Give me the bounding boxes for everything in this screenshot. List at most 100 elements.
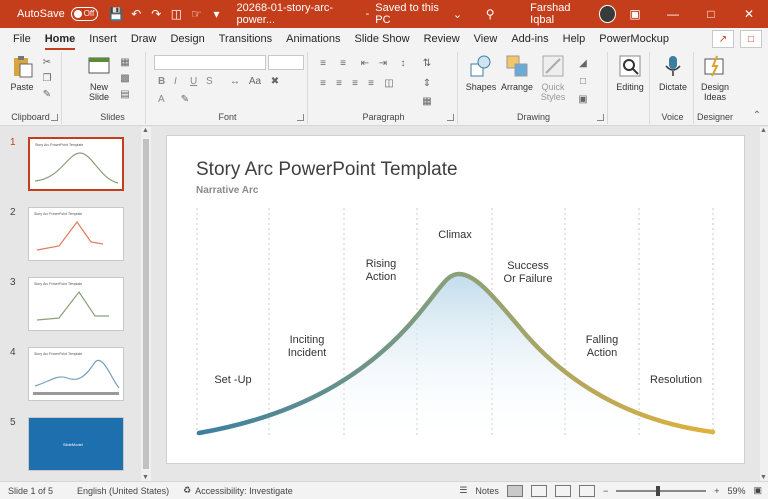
collapse-ribbon-icon[interactable]: ⌃: [750, 110, 764, 122]
bullets-icon[interactable]: ≡: [316, 58, 330, 70]
ribbon-display-icon[interactable]: ▣: [616, 0, 654, 28]
scroll-up-icon[interactable]: ▲: [142, 127, 149, 134]
fit-to-window-icon[interactable]: ▣: [753, 485, 762, 496]
slide-scrollbar[interactable]: ▲ ▼: [760, 127, 768, 481]
tab-design[interactable]: Design: [163, 28, 211, 50]
text-direction-icon[interactable]: ⇅: [420, 58, 434, 70]
present-icon[interactable]: ◫: [166, 3, 186, 25]
redo-icon[interactable]: ↷: [146, 3, 166, 25]
format-painter-icon[interactable]: ✎: [40, 89, 54, 101]
tab-add-ins[interactable]: Add-ins: [504, 28, 555, 50]
drawing-launcher-icon[interactable]: [597, 114, 604, 121]
undo-icon[interactable]: ↶: [126, 3, 146, 25]
zoom-in-button[interactable]: +: [714, 486, 719, 496]
italic-button[interactable]: I: [174, 76, 177, 87]
tab-home[interactable]: Home: [38, 28, 83, 50]
shape-effects-icon[interactable]: ▣: [576, 94, 590, 106]
slide-scroll-down-icon[interactable]: ▼: [760, 474, 767, 481]
reading-view-button[interactable]: [554, 484, 571, 497]
font-launcher-icon[interactable]: [297, 114, 304, 121]
shape-fill-icon[interactable]: ◢: [576, 58, 590, 70]
tab-review[interactable]: Review: [417, 28, 467, 50]
zoom-out-button[interactable]: −: [603, 486, 608, 496]
reset-icon[interactable]: ▩: [118, 73, 132, 85]
layout-icon[interactable]: ▦: [118, 57, 132, 69]
customize-icon[interactable]: ▾: [206, 3, 226, 25]
accessibility-status[interactable]: Accessibility: Investigate: [195, 486, 293, 496]
decrease-indent-icon[interactable]: ⇤: [358, 58, 372, 70]
share-icon[interactable]: ↗: [712, 30, 734, 48]
slideshow-view-button[interactable]: [578, 484, 595, 497]
tab-help[interactable]: Help: [556, 28, 593, 50]
comments-icon[interactable]: □: [740, 30, 762, 48]
tab-view[interactable]: View: [467, 28, 505, 50]
paragraph-launcher-icon[interactable]: [447, 114, 454, 121]
maximize-icon[interactable]: □: [692, 0, 730, 28]
shapes-button[interactable]: Shapes: [464, 54, 498, 92]
justify-icon[interactable]: ≡: [364, 78, 378, 90]
minimize-icon[interactable]: —: [654, 0, 692, 28]
slide-scroll-up-icon[interactable]: ▲: [760, 127, 767, 134]
section-icon[interactable]: ▤: [118, 89, 132, 101]
scroll-down-icon[interactable]: ▼: [142, 474, 149, 481]
tab-slide-show[interactable]: Slide Show: [348, 28, 417, 50]
save-icon[interactable]: 💾: [106, 3, 126, 25]
char-spacing-icon[interactable]: ↔: [228, 76, 242, 88]
thumbnail-slide-5[interactable]: SlideModel: [28, 417, 124, 471]
editing-button[interactable]: Editing: [612, 54, 648, 92]
language-indicator[interactable]: English (United States): [77, 486, 169, 496]
design-ideas-button[interactable]: Design Ideas: [696, 54, 734, 102]
tab-transitions[interactable]: Transitions: [212, 28, 279, 50]
font-name-combo[interactable]: [154, 55, 266, 70]
thumbnail-slide-4[interactable]: Story Arc PowerPoint Template: [28, 347, 124, 401]
scrollbar-thumb[interactable]: [143, 139, 149, 469]
paste-button[interactable]: Paste: [8, 54, 36, 92]
change-case-icon[interactable]: Aa: [248, 76, 262, 88]
clear-format-icon[interactable]: ✖: [268, 76, 282, 88]
tab-animations[interactable]: Animations: [279, 28, 347, 50]
align-right-icon[interactable]: ≡: [348, 78, 362, 90]
align-text-icon[interactable]: ⇕: [420, 78, 434, 90]
tab-draw[interactable]: Draw: [124, 28, 164, 50]
thumbnail-scrollbar[interactable]: ▲ ▼: [141, 127, 151, 481]
clipboard-launcher-icon[interactable]: [51, 114, 58, 121]
increase-indent-icon[interactable]: ⇥: [376, 58, 390, 70]
copy-icon[interactable]: ❐: [40, 73, 54, 85]
underline-button[interactable]: U: [190, 76, 197, 87]
thumbnail-slide-3[interactable]: Story Arc PowerPoint Template: [28, 277, 124, 331]
dictate-button[interactable]: Dictate: [654, 54, 692, 92]
touch-mode-icon[interactable]: ☞: [186, 3, 206, 25]
font-size-combo[interactable]: [268, 55, 304, 70]
numbering-icon[interactable]: ≡: [336, 58, 350, 70]
saved-status[interactable]: Saved to this PC: [375, 2, 450, 26]
saved-dropdown-icon[interactable]: ⌄: [453, 8, 462, 21]
zoom-slider[interactable]: [616, 485, 707, 496]
normal-view-button[interactable]: [506, 484, 523, 497]
tab-powermockup[interactable]: PowerMockup: [592, 28, 676, 50]
user-name[interactable]: Farshad Iqbal: [530, 2, 591, 26]
search-icon[interactable]: ⚲: [480, 3, 500, 25]
close-icon[interactable]: ✕: [730, 0, 768, 28]
font-color-button[interactable]: A: [158, 94, 165, 105]
tab-file[interactable]: File: [6, 28, 38, 50]
align-left-icon[interactable]: ≡: [316, 78, 330, 90]
slide-sorter-button[interactable]: [530, 484, 547, 497]
line-spacing-icon[interactable]: ↕: [396, 58, 410, 70]
zoom-level[interactable]: 59%: [727, 486, 745, 496]
zoom-slider-knob[interactable]: [656, 485, 661, 496]
strikethrough-button[interactable]: S: [206, 76, 213, 87]
autosave-toggle[interactable]: Off: [70, 7, 99, 21]
thumbnail-slide-1[interactable]: Story Arc PowerPoint Template: [28, 137, 124, 191]
arrange-button[interactable]: Arrange: [500, 54, 534, 92]
thumbnail-slide-2[interactable]: Story Arc PowerPoint Template: [28, 207, 124, 261]
columns-icon[interactable]: ◫: [382, 78, 396, 90]
smartart-icon[interactable]: ▦: [420, 96, 434, 108]
cut-icon[interactable]: ✂: [40, 57, 54, 69]
avatar[interactable]: [599, 5, 617, 23]
file-name[interactable]: 20268-01-story-arc-power...: [237, 2, 360, 26]
bold-button[interactable]: B: [158, 76, 165, 87]
current-slide[interactable]: Story Arc PowerPoint Template Narrative …: [167, 136, 744, 463]
quick-styles-button[interactable]: Quick Styles: [536, 54, 570, 102]
highlight-icon[interactable]: ✎: [178, 94, 192, 106]
align-center-icon[interactable]: ≡: [332, 78, 346, 90]
